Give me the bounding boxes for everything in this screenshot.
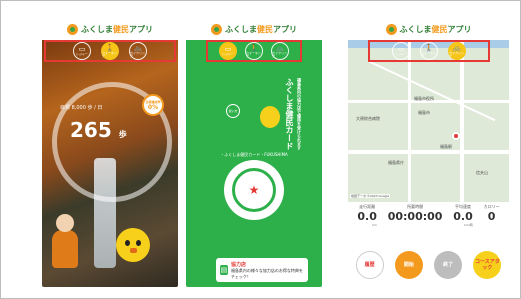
cycling-screen: ふくしま健民アプリ 大原綜合病院 福島市役所 福島市 福島駅 福島県庁 信夫山 …: [348, 18, 509, 287]
mode-selector: ▭ レジャー 🚶 ウォーキング 🚲 サイクリング: [368, 40, 490, 62]
app-logo-icon: [67, 23, 78, 35]
stat-duration: 所要時間 00:00:00: [387, 204, 443, 223]
map-label: 福島駅: [440, 144, 452, 149]
card-subtitle: 福島県内の協力店で優待を受けられます: [297, 78, 302, 150]
map-label: 福島県庁: [388, 160, 404, 165]
mode-walking[interactable]: 🚶 ウォーキング: [245, 42, 263, 60]
stat-distance: 走行距離 0.0 km: [357, 204, 377, 227]
mode-cycling[interactable]: 🚲 サイクリング: [271, 42, 289, 60]
monk-character: [50, 214, 80, 270]
app-header: ふくしま健民アプリ: [42, 18, 178, 40]
start-button[interactable]: 開始: [394, 251, 423, 279]
map-label: 信夫山: [476, 170, 488, 175]
stat-speed: 平均速度 0.0 km/時: [453, 204, 473, 227]
step-count: 265 歩: [70, 118, 127, 142]
app-header: ふくしま健民アプリ: [348, 18, 509, 40]
app-logo-text: ふくしま健民アプリ: [81, 24, 153, 34]
app-logo-text: ふくしま健民アプリ: [399, 24, 472, 34]
seal-caption: ・ふくしま健民カード・FUKUSHIMA: [220, 152, 288, 157]
partner-shop-banner[interactable]: ▤ 協力店 福島県内の様々な協力店のお得な特典をチェック！: [216, 258, 308, 282]
shop-title: 協力店: [230, 261, 246, 268]
ride-stats: 走行距離 0.0 km 所要時間 00:00:00 平均速度 0.0 km/時 カロリー 0: [348, 204, 509, 227]
map-label: 大原綜合病院: [356, 116, 380, 121]
mascot-character: [260, 106, 280, 128]
mode-leisure[interactable]: ▭ レジャー: [73, 42, 91, 60]
card-screen: ふくしま健民アプリ ▭ レジャー 🚶 ウォーキング 🚲 サイクリング 使い方 ふくしま…: [186, 18, 322, 287]
map-label: 福島市役所: [414, 96, 434, 101]
app-logo-icon: [211, 23, 222, 35]
card-seal: ★: [224, 160, 284, 220]
app-header: ふくしま健民アプリ: [186, 18, 322, 40]
usage-button[interactable]: 使い方: [226, 104, 240, 118]
end-button[interactable]: 終了: [434, 251, 463, 279]
mode-selector: ▭ レジャー 🚶 ウォーキング 🚲 サイクリング: [206, 40, 302, 62]
app-logo-icon: [385, 23, 397, 35]
road: [460, 40, 464, 202]
achievement-badge: 目標達成率 0%: [142, 94, 164, 116]
mode-leisure[interactable]: ▭ レジャー: [219, 42, 237, 60]
route-map[interactable]: 大原綜合病院 福島市役所 福島市 福島駅 福島県庁 信夫山 地図データ ©202…: [348, 40, 509, 202]
course-attack-button[interactable]: コースアタック: [473, 251, 502, 279]
card-title: ふくしま健民カード: [285, 78, 294, 150]
app-logo-text: ふくしま健民アプリ: [225, 24, 297, 34]
history-button[interactable]: 履歴: [355, 251, 384, 279]
shop-icon: ▤: [220, 265, 228, 275]
star-icon: ★: [232, 168, 276, 212]
shop-text: 福島県内の様々な協力店のお得な特典をチェック！: [230, 267, 303, 279]
mascot-character: [116, 228, 150, 268]
mode-walking[interactable]: 🚶 ウォーキング: [420, 42, 438, 60]
step-goal: 目標 8,000 歩 / 日: [60, 105, 103, 111]
map-attribution: 地図データ ©2023 Google: [350, 194, 391, 198]
mode-walking[interactable]: 🚶 ウォーキング: [101, 42, 119, 60]
mode-leisure[interactable]: ▭ レジャー: [392, 42, 410, 60]
road: [408, 40, 411, 202]
road: [367, 60, 496, 122]
walking-screen: ふくしま健民アプリ ▭ レジャー 🚶 ウォーキング 🚲 サイクリング 目標 8,000…: [42, 18, 178, 287]
location-pin-icon: [452, 132, 460, 140]
map-label: 福島市: [418, 110, 430, 115]
mode-cycling[interactable]: 🚲 サイクリング: [129, 42, 147, 60]
stat-calories: カロリー 0: [483, 204, 500, 223]
action-buttons: 履歴 開始 終了 コースアタック: [348, 251, 509, 279]
road: [348, 150, 509, 154]
mode-selector: ▭ レジャー 🚶 ウォーキング 🚲 サイクリング: [44, 40, 176, 62]
mode-cycling[interactable]: 🚲 サイクリング: [448, 42, 466, 60]
